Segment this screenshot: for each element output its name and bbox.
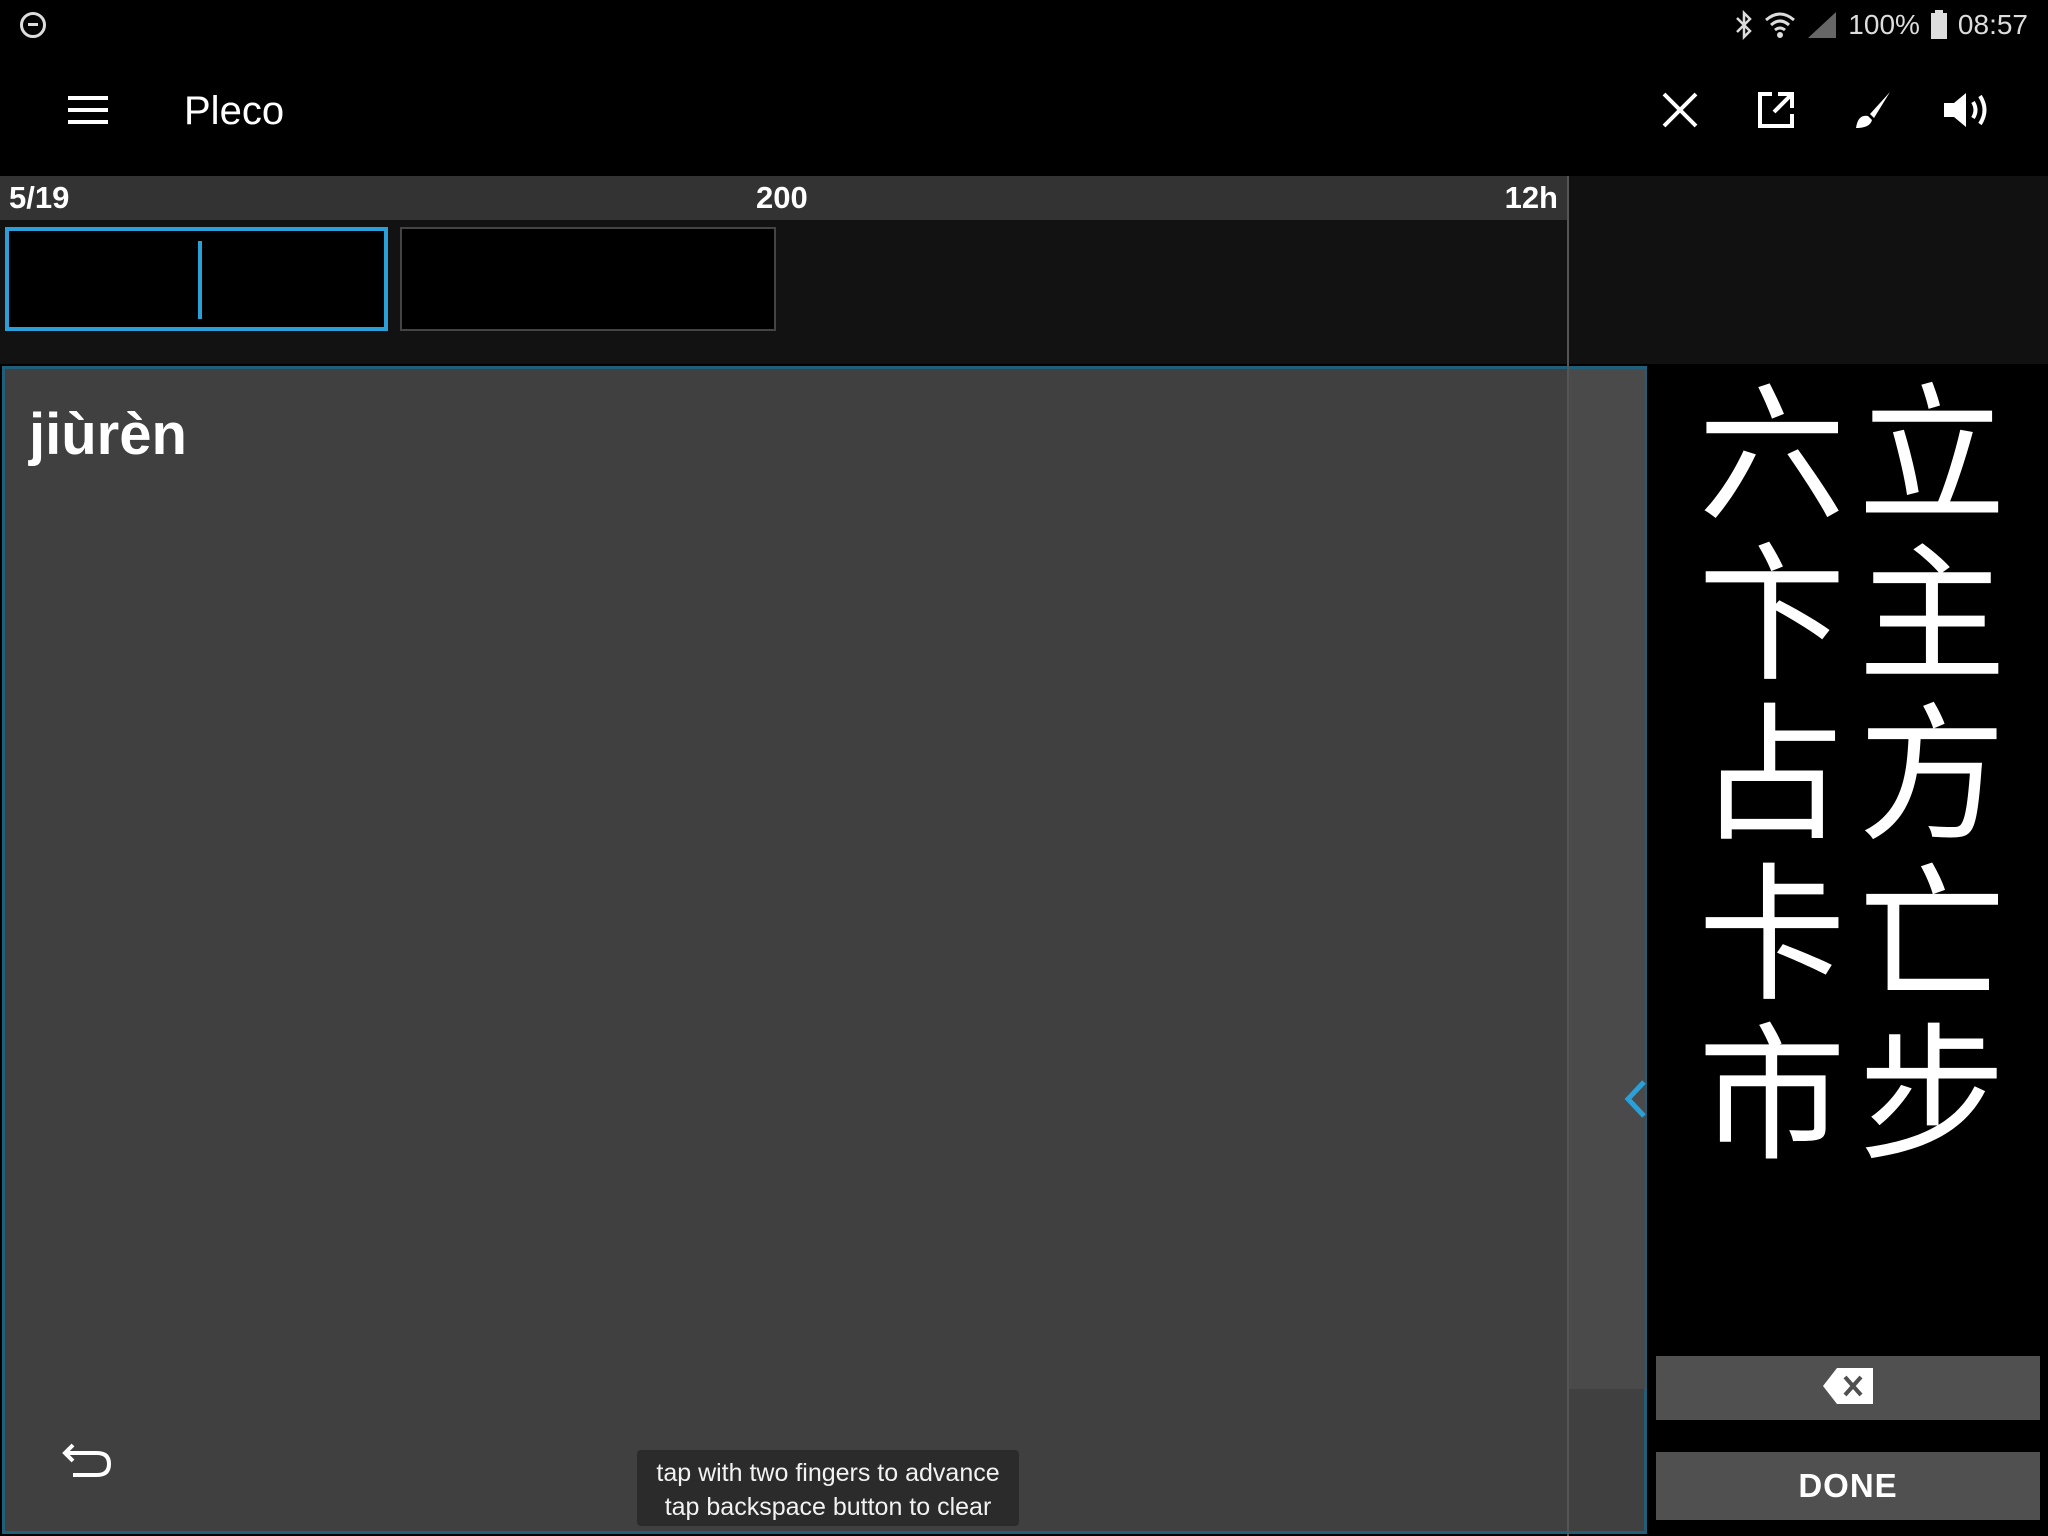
candidate-character[interactable]: 卡 [1692, 856, 1852, 1016]
header-right-panel [1569, 176, 2048, 364]
undo-button[interactable] [59, 1429, 119, 1489]
speaker-button[interactable] [1936, 80, 2000, 144]
battery-percent: 100% [1848, 9, 1920, 40]
candidate-character[interactable]: 方 [1852, 696, 2012, 856]
signal-icon [1806, 10, 1838, 40]
open-external-button[interactable] [1744, 80, 1808, 144]
close-icon [1660, 90, 1700, 135]
volume-icon [1942, 90, 1994, 135]
backspace-icon [1823, 1367, 1873, 1409]
done-button[interactable]: DONE [1656, 1452, 2040, 1520]
interval: 12h [1504, 180, 1558, 215]
wifi-icon [1764, 10, 1796, 40]
hint-tooltip: tap with two fingers to advance tap back… [637, 1450, 1019, 1526]
menu-button[interactable] [52, 82, 124, 142]
hint-line-1: tap with two fingers to advance [656, 1459, 1000, 1487]
answer-strip [0, 220, 1567, 364]
done-label: DONE [1798, 1467, 1898, 1504]
brush-icon [1852, 90, 1892, 135]
menu-icon [68, 94, 108, 131]
candidate-character[interactable]: 亡 [1852, 856, 2012, 1016]
status-bar: 100% 08:57 [0, 0, 2048, 50]
clock: 08:57 [1957, 9, 2028, 40]
candidate-grid: 六 立 卞 主 占 方 卡 亡 市 步 [1692, 376, 2012, 1176]
writing-area-right-strip [1569, 369, 1645, 1389]
progress-header: 5/19 200 12h [0, 176, 1568, 220]
bluetooth-icon [1734, 10, 1754, 40]
candidate-character[interactable]: 市 [1692, 1016, 1852, 1176]
candidate-character[interactable]: 六 [1692, 376, 1852, 536]
expand-arrow-icon[interactable] [1618, 1074, 1648, 1124]
app-bar: Pleco [0, 50, 2048, 176]
candidate-character[interactable]: 步 [1852, 1016, 2012, 1176]
answer-box-active[interactable] [5, 227, 388, 331]
handwriting-area[interactable]: jiùrèn tap with two fingers to advance t… [2, 366, 1647, 1534]
hint-line-2: tap backspace button to clear [664, 1493, 992, 1521]
candidate-character[interactable]: 立 [1852, 376, 2012, 536]
candidate-character[interactable]: 主 [1852, 536, 2012, 696]
card-count: 5/19 [9, 180, 70, 215]
candidate-panel: 六 立 卞 主 占 方 卡 亡 市 步 DONE [1648, 366, 2048, 1536]
battery-icon [1930, 10, 1948, 40]
divider [1567, 176, 1569, 1536]
candidate-character[interactable]: 卞 [1692, 536, 1852, 696]
do-not-disturb-icon [20, 12, 46, 38]
close-button[interactable] [1648, 80, 1712, 144]
text-cursor [198, 241, 202, 319]
answer-box[interactable] [400, 227, 776, 331]
status-icons: 100% 08:57 [1734, 6, 2028, 44]
app-title: Pleco [184, 89, 285, 133]
pinyin-prompt: jiùrèn [29, 402, 187, 467]
brush-button[interactable] [1840, 80, 1904, 144]
candidate-character[interactable]: 占 [1692, 696, 1852, 856]
backspace-button[interactable] [1656, 1356, 2040, 1420]
score: 200 [756, 180, 808, 215]
open-external-icon [1756, 90, 1796, 135]
undo-icon [59, 1443, 119, 1493]
